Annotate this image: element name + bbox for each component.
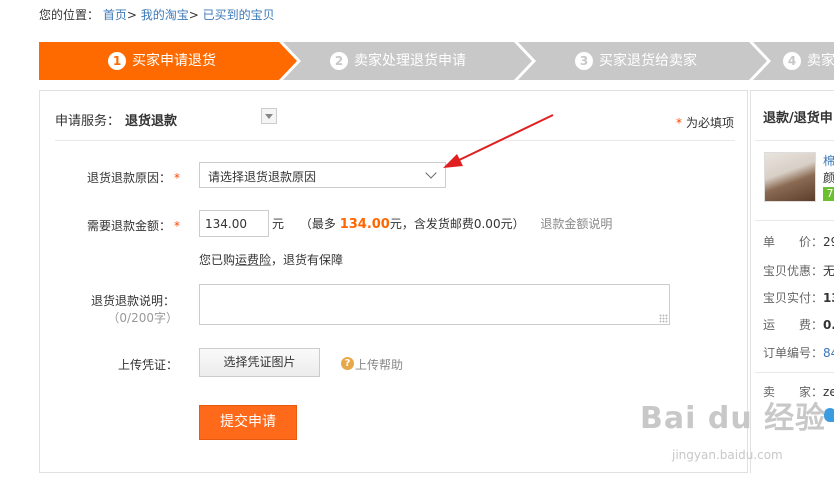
summary-row-value: 0.: [823, 318, 834, 332]
service-value: 退货退款: [125, 114, 178, 129]
step-4: 4 卖家: [783, 42, 834, 80]
summary-row-order-id: 订单编号：84: [763, 344, 834, 361]
upload-label: 上传凭证：: [117, 358, 178, 372]
summary-row-shipping: 运 费：0.: [763, 316, 834, 333]
baidu-jingyan-watermark: Bai du 经验: [640, 393, 826, 437]
product-badge: 7: [823, 187, 834, 201]
amount-max-prefix: （最多: [299, 217, 336, 231]
step-3: 3 买家退货给卖家: [575, 42, 697, 80]
refund-steps-bar: 1 买家申请退货 2 卖家处理退货申请 3 买家退货给卖家 4 卖家: [39, 42, 834, 80]
shipping-insurance-link[interactable]: 运费险: [235, 253, 271, 267]
summary-row-value: 13: [823, 291, 834, 305]
amount-max-suffix: 元，含发货邮费0.00元）: [389, 217, 525, 231]
product-name-link[interactable]: 棉: [823, 152, 834, 169]
choose-evidence-image-button[interactable]: 选择凭证图片: [199, 348, 320, 377]
refund-description-textarea[interactable]: [199, 284, 670, 325]
refund-amount-input[interactable]: [199, 210, 269, 237]
order-id-link[interactable]: 84: [823, 346, 834, 360]
step-1: 1 买家申请退货: [108, 42, 216, 80]
shipping-insurance-note: 您已购运费险，退货有保障: [199, 251, 343, 268]
product-thumbnail[interactable]: [764, 152, 816, 202]
step-2-label: 卖家处理退货申请: [354, 53, 466, 69]
step-3-label: 买家退货给卖家: [599, 53, 697, 69]
required-fields-note: * 为必填项: [676, 114, 734, 131]
caret-down-icon: [265, 114, 273, 119]
summary-row-label: 宝贝优惠：: [763, 264, 824, 278]
amount-label-text: 需要退款金额：: [86, 219, 171, 233]
summary-divider: [755, 220, 834, 221]
service-dropdown-toggle[interactable]: [261, 108, 277, 124]
amount-label: 需要退款金额： *: [60, 217, 180, 234]
summary-row-label: 单 价：: [763, 235, 824, 249]
step-2-number: 2: [330, 52, 348, 70]
step-2: 2 卖家处理退货申请: [330, 42, 466, 80]
step-1-number: 1: [108, 52, 126, 70]
watermark-logo: Bai du 经验: [640, 401, 827, 436]
reason-label: 退货退款原因： *: [60, 169, 180, 186]
watermark-url: jingyan.baidu.com: [672, 448, 783, 462]
required-star: *: [676, 116, 682, 130]
summary-row-label: 宝贝实付：: [763, 291, 824, 305]
summary-divider: [755, 140, 834, 141]
refund-reason-select[interactable]: 请选择退货退款原因: [199, 162, 446, 188]
breadcrumb-separator: >: [126, 8, 137, 22]
reason-label-text: 退货退款原因：: [86, 171, 171, 185]
refund-reason-placeholder: 请选择退货退款原因: [208, 170, 317, 184]
description-label: 退货退款说明：: [90, 294, 175, 308]
breadcrumb-bought-items-link[interactable]: 已买到的宝贝: [203, 8, 275, 22]
resize-grip-icon[interactable]: [659, 314, 668, 323]
product-color: 颜: [823, 171, 834, 185]
breadcrumb-home-link[interactable]: 首页: [103, 8, 127, 22]
amount-unit: 元: [272, 217, 285, 231]
required-note-text: 为必填项: [686, 116, 735, 130]
breadcrumb-my-taobao-link[interactable]: 我的淘宝: [141, 8, 189, 22]
step-1-label: 买家申请退货: [132, 53, 216, 69]
step-3-number: 3: [575, 52, 593, 70]
breadcrumb: 您的位置： 首页> 我的淘宝> 已买到的宝贝: [39, 6, 275, 23]
summary-row-value: 无: [823, 264, 834, 278]
help-icon[interactable]: ?: [341, 357, 354, 370]
arrow-head: [443, 154, 463, 168]
insurance-prefix: 您已购: [199, 253, 236, 267]
step-4-number: 4: [783, 52, 801, 70]
summary-row-discount: 宝贝优惠：无: [763, 262, 834, 279]
form-divider: [55, 140, 735, 141]
summary-row-paid: 宝贝实付：13: [763, 289, 834, 306]
summary-row-value: 29: [823, 235, 834, 249]
arrow-shaft: [454, 114, 554, 163]
annotation-arrow-icon: [443, 114, 554, 168]
refund-amount-explain-link[interactable]: 退款金额说明: [540, 217, 612, 231]
service-label: 申请服务：: [55, 114, 121, 129]
summary-divider: [755, 372, 834, 373]
required-star: *: [174, 219, 180, 233]
breadcrumb-prefix: 您的位置：: [39, 8, 100, 22]
step-4-label: 卖家: [807, 53, 834, 69]
submit-application-button[interactable]: 提交申请: [199, 405, 297, 440]
order-summary-title: 退款/退货申: [763, 111, 833, 126]
amount-max-value: 134.00: [339, 217, 390, 232]
summary-row-unit-price: 单 价：29: [763, 233, 834, 250]
description-counter: （0/200字）: [107, 311, 178, 325]
summary-row-label: 运 费：: [763, 318, 824, 332]
breadcrumb-separator: >: [188, 8, 199, 22]
insurance-suffix: ，退货有保障: [271, 253, 344, 267]
upload-help-link[interactable]: 上传帮助: [355, 356, 403, 373]
amount-info: 元 （最多 134.00元，含发货邮费0.00元） 退款金额说明: [272, 215, 612, 232]
summary-row-label: 订单编号：: [763, 346, 824, 360]
required-star: *: [174, 171, 180, 185]
